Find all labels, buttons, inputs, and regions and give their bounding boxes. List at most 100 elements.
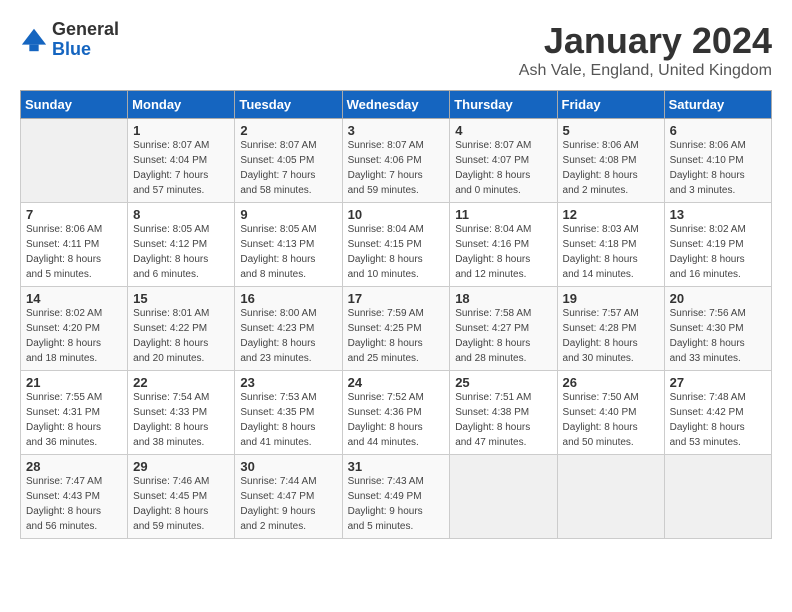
day-info: Sunrise: 7:46 AM Sunset: 4:45 PM Dayligh… <box>133 474 229 534</box>
day-number: 4 <box>455 123 551 138</box>
day-number: 2 <box>240 123 336 138</box>
day-number: 15 <box>133 291 229 306</box>
day-info: Sunrise: 7:59 AM Sunset: 4:25 PM Dayligh… <box>348 306 445 366</box>
weekday-header-monday: Monday <box>128 91 235 119</box>
calendar-cell <box>21 119 128 203</box>
day-number: 1 <box>133 123 229 138</box>
day-info: Sunrise: 7:53 AM Sunset: 4:35 PM Dayligh… <box>240 390 336 450</box>
calendar-week-row: 21Sunrise: 7:55 AM Sunset: 4:31 PM Dayli… <box>21 371 772 455</box>
day-number: 29 <box>133 459 229 474</box>
day-number: 28 <box>26 459 122 474</box>
day-info: Sunrise: 8:07 AM Sunset: 4:05 PM Dayligh… <box>240 138 336 198</box>
day-number: 21 <box>26 375 122 390</box>
day-number: 18 <box>455 291 551 306</box>
calendar-cell: 31Sunrise: 7:43 AM Sunset: 4:49 PM Dayli… <box>342 455 450 539</box>
calendar-cell: 28Sunrise: 7:47 AM Sunset: 4:43 PM Dayli… <box>21 455 128 539</box>
day-info: Sunrise: 8:02 AM Sunset: 4:19 PM Dayligh… <box>670 222 766 282</box>
day-info: Sunrise: 7:47 AM Sunset: 4:43 PM Dayligh… <box>26 474 122 534</box>
page-header: General Blue January 2024 Ash Vale, Engl… <box>20 20 772 80</box>
day-number: 16 <box>240 291 336 306</box>
calendar-cell <box>557 455 664 539</box>
day-number: 11 <box>455 207 551 222</box>
day-info: Sunrise: 8:06 AM Sunset: 4:11 PM Dayligh… <box>26 222 122 282</box>
calendar-cell: 2Sunrise: 8:07 AM Sunset: 4:05 PM Daylig… <box>235 119 342 203</box>
day-info: Sunrise: 8:05 AM Sunset: 4:13 PM Dayligh… <box>240 222 336 282</box>
calendar-cell: 4Sunrise: 8:07 AM Sunset: 4:07 PM Daylig… <box>450 119 557 203</box>
calendar-cell: 16Sunrise: 8:00 AM Sunset: 4:23 PM Dayli… <box>235 287 342 371</box>
calendar-cell: 27Sunrise: 7:48 AM Sunset: 4:42 PM Dayli… <box>664 371 771 455</box>
weekday-header-tuesday: Tuesday <box>235 91 342 119</box>
day-number: 30 <box>240 459 336 474</box>
day-info: Sunrise: 7:51 AM Sunset: 4:38 PM Dayligh… <box>455 390 551 450</box>
calendar-body: 1Sunrise: 8:07 AM Sunset: 4:04 PM Daylig… <box>21 119 772 539</box>
calendar-week-row: 1Sunrise: 8:07 AM Sunset: 4:04 PM Daylig… <box>21 119 772 203</box>
weekday-header-thursday: Thursday <box>450 91 557 119</box>
calendar-cell: 21Sunrise: 7:55 AM Sunset: 4:31 PM Dayli… <box>21 371 128 455</box>
day-info: Sunrise: 8:07 AM Sunset: 4:04 PM Dayligh… <box>133 138 229 198</box>
day-info: Sunrise: 7:52 AM Sunset: 4:36 PM Dayligh… <box>348 390 445 450</box>
calendar-cell <box>664 455 771 539</box>
day-number: 14 <box>26 291 122 306</box>
calendar-cell: 14Sunrise: 8:02 AM Sunset: 4:20 PM Dayli… <box>21 287 128 371</box>
day-number: 23 <box>240 375 336 390</box>
day-info: Sunrise: 8:03 AM Sunset: 4:18 PM Dayligh… <box>563 222 659 282</box>
weekday-header-wednesday: Wednesday <box>342 91 450 119</box>
day-number: 13 <box>670 207 766 222</box>
day-info: Sunrise: 7:55 AM Sunset: 4:31 PM Dayligh… <box>26 390 122 450</box>
calendar-cell: 13Sunrise: 8:02 AM Sunset: 4:19 PM Dayli… <box>664 203 771 287</box>
day-number: 24 <box>348 375 445 390</box>
day-info: Sunrise: 8:05 AM Sunset: 4:12 PM Dayligh… <box>133 222 229 282</box>
day-info: Sunrise: 7:43 AM Sunset: 4:49 PM Dayligh… <box>348 474 445 534</box>
calendar-week-row: 28Sunrise: 7:47 AM Sunset: 4:43 PM Dayli… <box>21 455 772 539</box>
day-info: Sunrise: 8:06 AM Sunset: 4:08 PM Dayligh… <box>563 138 659 198</box>
calendar-week-row: 14Sunrise: 8:02 AM Sunset: 4:20 PM Dayli… <box>21 287 772 371</box>
month-title: January 2024 <box>519 20 772 62</box>
day-number: 3 <box>348 123 445 138</box>
day-number: 20 <box>670 291 766 306</box>
day-number: 17 <box>348 291 445 306</box>
calendar-week-row: 7Sunrise: 8:06 AM Sunset: 4:11 PM Daylig… <box>21 203 772 287</box>
day-info: Sunrise: 7:58 AM Sunset: 4:27 PM Dayligh… <box>455 306 551 366</box>
day-info: Sunrise: 8:04 AM Sunset: 4:16 PM Dayligh… <box>455 222 551 282</box>
day-info: Sunrise: 7:44 AM Sunset: 4:47 PM Dayligh… <box>240 474 336 534</box>
day-info: Sunrise: 8:00 AM Sunset: 4:23 PM Dayligh… <box>240 306 336 366</box>
calendar-header-row: SundayMondayTuesdayWednesdayThursdayFrid… <box>21 91 772 119</box>
day-info: Sunrise: 7:54 AM Sunset: 4:33 PM Dayligh… <box>133 390 229 450</box>
calendar-cell: 20Sunrise: 7:56 AM Sunset: 4:30 PM Dayli… <box>664 287 771 371</box>
calendar-cell: 9Sunrise: 8:05 AM Sunset: 4:13 PM Daylig… <box>235 203 342 287</box>
calendar-cell: 22Sunrise: 7:54 AM Sunset: 4:33 PM Dayli… <box>128 371 235 455</box>
calendar-cell: 23Sunrise: 7:53 AM Sunset: 4:35 PM Dayli… <box>235 371 342 455</box>
logo: General Blue <box>20 20 119 60</box>
day-number: 10 <box>348 207 445 222</box>
calendar-cell: 19Sunrise: 7:57 AM Sunset: 4:28 PM Dayli… <box>557 287 664 371</box>
day-info: Sunrise: 8:01 AM Sunset: 4:22 PM Dayligh… <box>133 306 229 366</box>
calendar-cell: 26Sunrise: 7:50 AM Sunset: 4:40 PM Dayli… <box>557 371 664 455</box>
day-number: 19 <box>563 291 659 306</box>
day-number: 6 <box>670 123 766 138</box>
day-info: Sunrise: 8:07 AM Sunset: 4:06 PM Dayligh… <box>348 138 445 198</box>
calendar-cell <box>450 455 557 539</box>
logo-text: General Blue <box>52 20 119 60</box>
day-info: Sunrise: 8:06 AM Sunset: 4:10 PM Dayligh… <box>670 138 766 198</box>
day-info: Sunrise: 7:48 AM Sunset: 4:42 PM Dayligh… <box>670 390 766 450</box>
weekday-header-friday: Friday <box>557 91 664 119</box>
calendar-cell: 6Sunrise: 8:06 AM Sunset: 4:10 PM Daylig… <box>664 119 771 203</box>
title-block: January 2024 Ash Vale, England, United K… <box>519 20 772 80</box>
day-info: Sunrise: 8:02 AM Sunset: 4:20 PM Dayligh… <box>26 306 122 366</box>
calendar-cell: 18Sunrise: 7:58 AM Sunset: 4:27 PM Dayli… <box>450 287 557 371</box>
calendar-cell: 3Sunrise: 8:07 AM Sunset: 4:06 PM Daylig… <box>342 119 450 203</box>
day-info: Sunrise: 7:56 AM Sunset: 4:30 PM Dayligh… <box>670 306 766 366</box>
day-info: Sunrise: 8:04 AM Sunset: 4:15 PM Dayligh… <box>348 222 445 282</box>
calendar-cell: 15Sunrise: 8:01 AM Sunset: 4:22 PM Dayli… <box>128 287 235 371</box>
day-number: 9 <box>240 207 336 222</box>
calendar-table: SundayMondayTuesdayWednesdayThursdayFrid… <box>20 90 772 539</box>
day-number: 22 <box>133 375 229 390</box>
calendar-cell: 8Sunrise: 8:05 AM Sunset: 4:12 PM Daylig… <box>128 203 235 287</box>
day-number: 8 <box>133 207 229 222</box>
calendar-cell: 17Sunrise: 7:59 AM Sunset: 4:25 PM Dayli… <box>342 287 450 371</box>
day-number: 26 <box>563 375 659 390</box>
logo-icon <box>20 26 48 54</box>
weekday-header-saturday: Saturday <box>664 91 771 119</box>
calendar-cell: 29Sunrise: 7:46 AM Sunset: 4:45 PM Dayli… <box>128 455 235 539</box>
calendar-cell: 1Sunrise: 8:07 AM Sunset: 4:04 PM Daylig… <box>128 119 235 203</box>
